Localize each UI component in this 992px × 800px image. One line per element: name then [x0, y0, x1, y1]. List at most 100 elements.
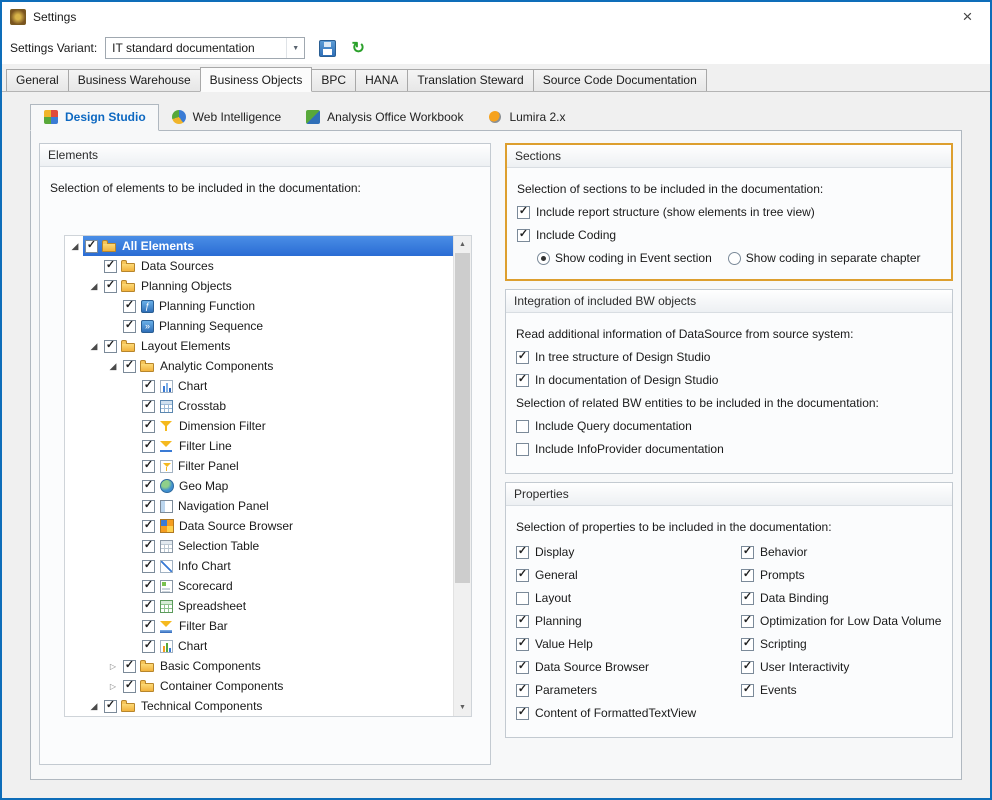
expand-toggle-icon[interactable]: ◢ — [86, 281, 102, 292]
tree-item-body[interactable]: Selection Table — [140, 536, 454, 556]
tree-item[interactable]: Chart — [65, 376, 454, 396]
checkbox[interactable] — [516, 351, 529, 364]
checkbox-row[interactable]: Prompts — [741, 568, 942, 582]
checkbox-row[interactable]: Data Binding — [741, 591, 942, 605]
sub-tab[interactable]: Lumira 2.x — [475, 105, 577, 130]
tree-item-body[interactable]: Scorecard — [140, 576, 454, 596]
checkbox[interactable] — [741, 661, 754, 674]
tree-item-body[interactable]: Dimension Filter — [140, 416, 454, 436]
tree-item-checkbox[interactable] — [123, 360, 136, 373]
tree-item[interactable]: Filter Line — [65, 436, 454, 456]
checkbox-row[interactable]: In documentation of Design Studio — [516, 373, 942, 387]
radio-button[interactable] — [537, 252, 550, 265]
checkbox[interactable] — [516, 684, 529, 697]
sub-tab[interactable]: Analysis Office Workbook — [293, 105, 475, 130]
checkbox-row[interactable]: Data Source Browser — [516, 660, 741, 674]
main-tab[interactable]: Source Code Documentation — [533, 69, 707, 91]
tree-item[interactable]: ◢ Technical Components — [65, 696, 454, 716]
close-button[interactable]: × — [945, 2, 990, 32]
main-tab[interactable]: Business Objects — [200, 67, 313, 92]
tree-item-body[interactable]: Geo Map — [140, 476, 454, 496]
tree-item-checkbox[interactable] — [104, 260, 117, 273]
tree-item[interactable]: ▷ Basic Components — [65, 656, 454, 676]
checkbox[interactable] — [741, 592, 754, 605]
tree-item[interactable]: Data Sources — [65, 256, 454, 276]
save-variant-button[interactable] — [319, 40, 336, 57]
checkbox-row[interactable]: Parameters — [516, 683, 741, 697]
checkbox-row[interactable]: Behavior — [741, 545, 942, 559]
tree-item[interactable]: Spreadsheet — [65, 596, 454, 616]
tree-item-body[interactable]: Filter Bar — [140, 616, 454, 636]
tree-item-checkbox[interactable] — [142, 500, 155, 513]
expand-toggle-icon[interactable]: ◢ — [86, 701, 102, 712]
tree-item-checkbox[interactable] — [142, 600, 155, 613]
tree-item-checkbox[interactable] — [104, 700, 117, 713]
tree-item-body[interactable]: Analytic Components — [121, 356, 454, 376]
checkbox-row[interactable]: User Interactivity — [741, 660, 942, 674]
checkbox-row[interactable]: Include Query documentation — [516, 419, 942, 433]
tree-item-checkbox[interactable] — [142, 540, 155, 553]
tree-item[interactable]: Dimension Filter — [65, 416, 454, 436]
tree-item-checkbox[interactable] — [142, 640, 155, 653]
checkbox[interactable] — [741, 684, 754, 697]
checkbox[interactable] — [741, 546, 754, 559]
tree-item-checkbox[interactable] — [142, 420, 155, 433]
tree-item[interactable]: Filter Panel — [65, 456, 454, 476]
checkbox-row[interactable]: General — [516, 568, 741, 582]
tree-item-body[interactable]: Technical Components — [102, 696, 454, 716]
elements-tree[interactable]: ◢ All Elements Data Sources ◢ Planning O… — [64, 235, 472, 717]
tree-scrollbar[interactable] — [453, 236, 471, 716]
sub-tab[interactable]: Web Intelligence — [159, 105, 294, 130]
tree-item-checkbox[interactable] — [123, 680, 136, 693]
tree-item-checkbox[interactable] — [104, 340, 117, 353]
radio-option[interactable]: Show coding in separate chapter — [728, 251, 921, 265]
tree-item-body[interactable]: Planning Objects — [102, 276, 454, 296]
checkbox-row[interactable]: Events — [741, 683, 942, 697]
tree-item-checkbox[interactable] — [142, 440, 155, 453]
checkbox-row[interactable]: Scripting — [741, 637, 942, 651]
tree-item-body[interactable]: Info Chart — [140, 556, 454, 576]
tree-item-checkbox[interactable] — [85, 240, 98, 253]
checkbox[interactable] — [516, 374, 529, 387]
scroll-down-icon[interactable] — [454, 699, 471, 716]
tree-item-checkbox[interactable] — [142, 380, 155, 393]
tree-item-checkbox[interactable] — [142, 580, 155, 593]
tree-item[interactable]: Navigation Panel — [65, 496, 454, 516]
tree-item-checkbox[interactable] — [142, 520, 155, 533]
checkbox[interactable] — [516, 546, 529, 559]
radio-option[interactable]: Show coding in Event section — [537, 251, 712, 265]
tree-item-body[interactable]: Planning Sequence — [121, 316, 454, 336]
chevron-down-icon[interactable] — [286, 38, 304, 58]
refresh-button[interactable] — [348, 38, 368, 58]
expand-toggle-icon[interactable]: ◢ — [67, 241, 83, 252]
tree-item[interactable]: Selection Table — [65, 536, 454, 556]
checkbox[interactable] — [516, 638, 529, 651]
checkbox[interactable] — [516, 615, 529, 628]
scroll-up-icon[interactable] — [454, 236, 471, 253]
tree-item[interactable]: Geo Map — [65, 476, 454, 496]
checkbox[interactable] — [516, 569, 529, 582]
tree-item-body[interactable]: Chart — [140, 636, 454, 656]
tree-item[interactable]: Planning Function — [65, 296, 454, 316]
checkbox-row[interactable]: Include Coding — [517, 228, 941, 242]
main-tab[interactable]: BPC — [311, 69, 356, 91]
tree-item[interactable]: Crosstab — [65, 396, 454, 416]
expand-toggle-icon[interactable]: ▷ — [105, 662, 121, 671]
tree-item[interactable]: Chart — [65, 636, 454, 656]
tree-item-body[interactable]: Filter Line — [140, 436, 454, 456]
tree-item-body[interactable]: Data Sources — [102, 256, 454, 276]
tree-item-checkbox[interactable] — [123, 320, 136, 333]
tree-item-body[interactable]: Data Source Browser — [140, 516, 454, 536]
tree-item[interactable]: Planning Sequence — [65, 316, 454, 336]
expand-toggle-icon[interactable]: ◢ — [105, 361, 121, 372]
tree-item-checkbox[interactable] — [142, 560, 155, 573]
tree-item[interactable]: Scorecard — [65, 576, 454, 596]
radio-button[interactable] — [728, 252, 741, 265]
checkbox-row[interactable]: Include InfoProvider documentation — [516, 442, 942, 456]
checkbox[interactable] — [517, 229, 530, 242]
tree-item-body[interactable]: Chart — [140, 376, 454, 396]
tree-item-checkbox[interactable] — [104, 280, 117, 293]
tree-item-body[interactable]: Basic Components — [121, 656, 454, 676]
variant-combobox[interactable]: IT standard documentation — [105, 37, 305, 59]
tree-item-body[interactable]: Navigation Panel — [140, 496, 454, 516]
